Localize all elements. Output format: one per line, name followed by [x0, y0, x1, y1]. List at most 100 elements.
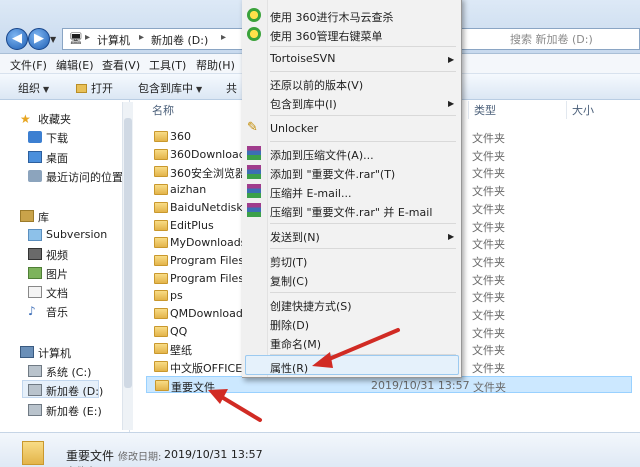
history-dropdown-icon[interactable]: ▼	[50, 36, 59, 44]
column-name-header[interactable]: 名称	[152, 102, 174, 118]
menu-item-add-archive[interactable]: 添加到压缩文件(A)...	[270, 147, 374, 163]
nav-scrollbar-thumb[interactable]	[124, 118, 132, 388]
nav-documents[interactable]: 文档	[46, 285, 68, 301]
nav-pictures[interactable]: 图片	[46, 266, 68, 282]
share-button[interactable]: 共	[226, 80, 237, 96]
forward-button[interactable]: ▶	[28, 28, 50, 50]
file-name: EditPlus	[170, 218, 214, 232]
menu-item-compress-email[interactable]: 压缩并 E-mail...	[270, 185, 351, 201]
music-note-icon: ♪	[28, 304, 36, 318]
nav-libraries[interactable]: 库	[38, 209, 49, 225]
menu-item-include-library[interactable]: 包含到库中(I)	[270, 96, 337, 112]
nav-downloads[interactable]: 下载	[46, 130, 68, 146]
drive-e-icon	[28, 404, 42, 416]
menu-item-add-rar[interactable]: 添加到 "重要文件.rar"(T)	[270, 166, 395, 182]
chevron-right-icon[interactable]: ▸	[139, 32, 144, 43]
menu-help[interactable]: 帮助(H)	[196, 57, 235, 73]
menu-item-create-shortcut[interactable]: 创建快捷方式(S)	[270, 298, 352, 314]
menu-item-unlocker[interactable]: Unlocker	[270, 122, 318, 135]
nav-video[interactable]: 视频	[46, 247, 68, 263]
winrar-icon	[247, 184, 261, 198]
file-type: 文件夹	[472, 309, 505, 322]
folder-icon	[154, 254, 168, 266]
nav-favorites[interactable]: 收藏夹	[38, 111, 71, 127]
file-name: QQ	[170, 324, 188, 338]
details-pane: 重要文件 修改日期: 2019/10/31 13:57 文件夹	[0, 432, 640, 467]
back-arrow-icon: ◀	[12, 31, 22, 46]
folder-icon	[154, 148, 168, 160]
menu-item-send-to[interactable]: 发送到(N)	[270, 229, 320, 245]
open-button[interactable]: 打开	[76, 80, 113, 96]
file-type: 文件夹	[472, 202, 505, 216]
menu-item-delete[interactable]: 删除(D)	[270, 317, 309, 333]
video-icon	[28, 248, 42, 260]
folder-icon	[154, 219, 168, 231]
computer-icon	[20, 346, 34, 358]
menu-item-cut[interactable]: 剪切(T)	[270, 254, 307, 270]
menu-item-360-scan[interactable]: 使用 360进行木马云查杀	[270, 9, 394, 25]
computer-icon: 🖥	[69, 32, 83, 45]
folder-icon	[155, 379, 169, 391]
chevron-down-icon: ▼	[196, 85, 203, 94]
nav-recent[interactable]: 最近访问的位置	[46, 169, 123, 185]
file-type: 文件夹	[472, 238, 505, 252]
nav-music[interactable]: 音乐	[46, 304, 68, 320]
drive-c-icon	[28, 365, 42, 377]
file-date: 2019/10/31 13:57	[371, 378, 470, 392]
file-type: 文件夹	[472, 132, 505, 145]
file-name: 360	[170, 130, 191, 143]
file-name: 壁纸	[170, 344, 192, 358]
menu-tools[interactable]: 工具(T)	[149, 57, 186, 73]
forward-arrow-icon: ▶	[34, 31, 44, 46]
menu-item-restore[interactable]: 还原以前的版本(V)	[270, 77, 363, 93]
menu-item-rar-email[interactable]: 压缩到 "重要文件.rar" 并 E-mail	[270, 204, 432, 220]
file-name: ps	[170, 289, 183, 303]
details-date-value: 2019/10/31 13:57	[164, 448, 263, 461]
nav-drive-e[interactable]: 新加卷 (E:)	[46, 403, 102, 419]
nav-subversion[interactable]: Subversion	[46, 228, 107, 241]
address-segment-computer[interactable]: 计算机	[97, 32, 130, 48]
menu-file[interactable]: 文件(F)	[10, 57, 47, 73]
nav-drive-d[interactable]: 新加卷 (D:)	[46, 383, 103, 399]
winrar-icon	[247, 203, 261, 217]
menu-separator	[270, 46, 456, 47]
folder-icon	[154, 361, 168, 373]
file-name: BaiduNetdiskD	[170, 200, 252, 214]
column-type-header[interactable]: 类型	[474, 102, 496, 118]
folder-icon	[154, 237, 168, 249]
file-type: 文件夹	[472, 149, 505, 163]
file-type: 文件夹	[472, 167, 505, 181]
submenu-arrow-icon: ▶	[448, 232, 455, 241]
file-name: 重要文件	[171, 380, 215, 394]
chevron-right-icon[interactable]: ▸	[85, 32, 90, 43]
file-name: 360Downloads	[170, 147, 252, 161]
menu-item-tortoise-svn[interactable]: TortoiseSVN	[270, 52, 335, 65]
back-button[interactable]: ◀	[6, 28, 28, 50]
table-row[interactable]: 重要文件 文件夹 2019/10/31 13:57	[146, 375, 632, 394]
nav-desktop[interactable]: 桌面	[46, 150, 68, 166]
menu-separator	[270, 115, 456, 116]
menu-edit[interactable]: 编辑(E)	[56, 57, 94, 73]
column-divider[interactable]	[468, 101, 469, 119]
nav-drive-c[interactable]: 系统 (C:)	[46, 364, 91, 380]
menu-view[interactable]: 查看(V)	[102, 57, 140, 73]
chevron-right-icon[interactable]: ▸	[221, 32, 226, 43]
folder-icon	[154, 272, 168, 284]
winrar-icon	[247, 146, 261, 160]
file-type: 文件夹	[472, 220, 505, 234]
submenu-arrow-icon: ▶	[448, 99, 455, 108]
column-divider[interactable]	[566, 101, 567, 119]
nav-computer[interactable]: 计算机	[38, 345, 71, 361]
libraries-icon	[20, 210, 34, 222]
360-scan-icon	[247, 8, 261, 22]
menu-separator	[270, 141, 456, 142]
menu-item-properties[interactable]: 属性(R)	[270, 360, 308, 376]
include-library-button[interactable]: 包含到库中 ▼	[138, 80, 202, 96]
organize-button[interactable]: 组织 ▼	[18, 80, 49, 96]
menu-item-rename[interactable]: 重命名(M)	[270, 336, 321, 352]
menu-item-copy[interactable]: 复制(C)	[270, 273, 308, 289]
column-size-header[interactable]: 大小	[572, 102, 594, 118]
address-segment-drive[interactable]: 新加卷 (D:)	[151, 32, 208, 48]
menu-item-360-manage[interactable]: 使用 360管理右键菜单	[270, 28, 383, 44]
selected-folder-icon	[22, 441, 44, 465]
